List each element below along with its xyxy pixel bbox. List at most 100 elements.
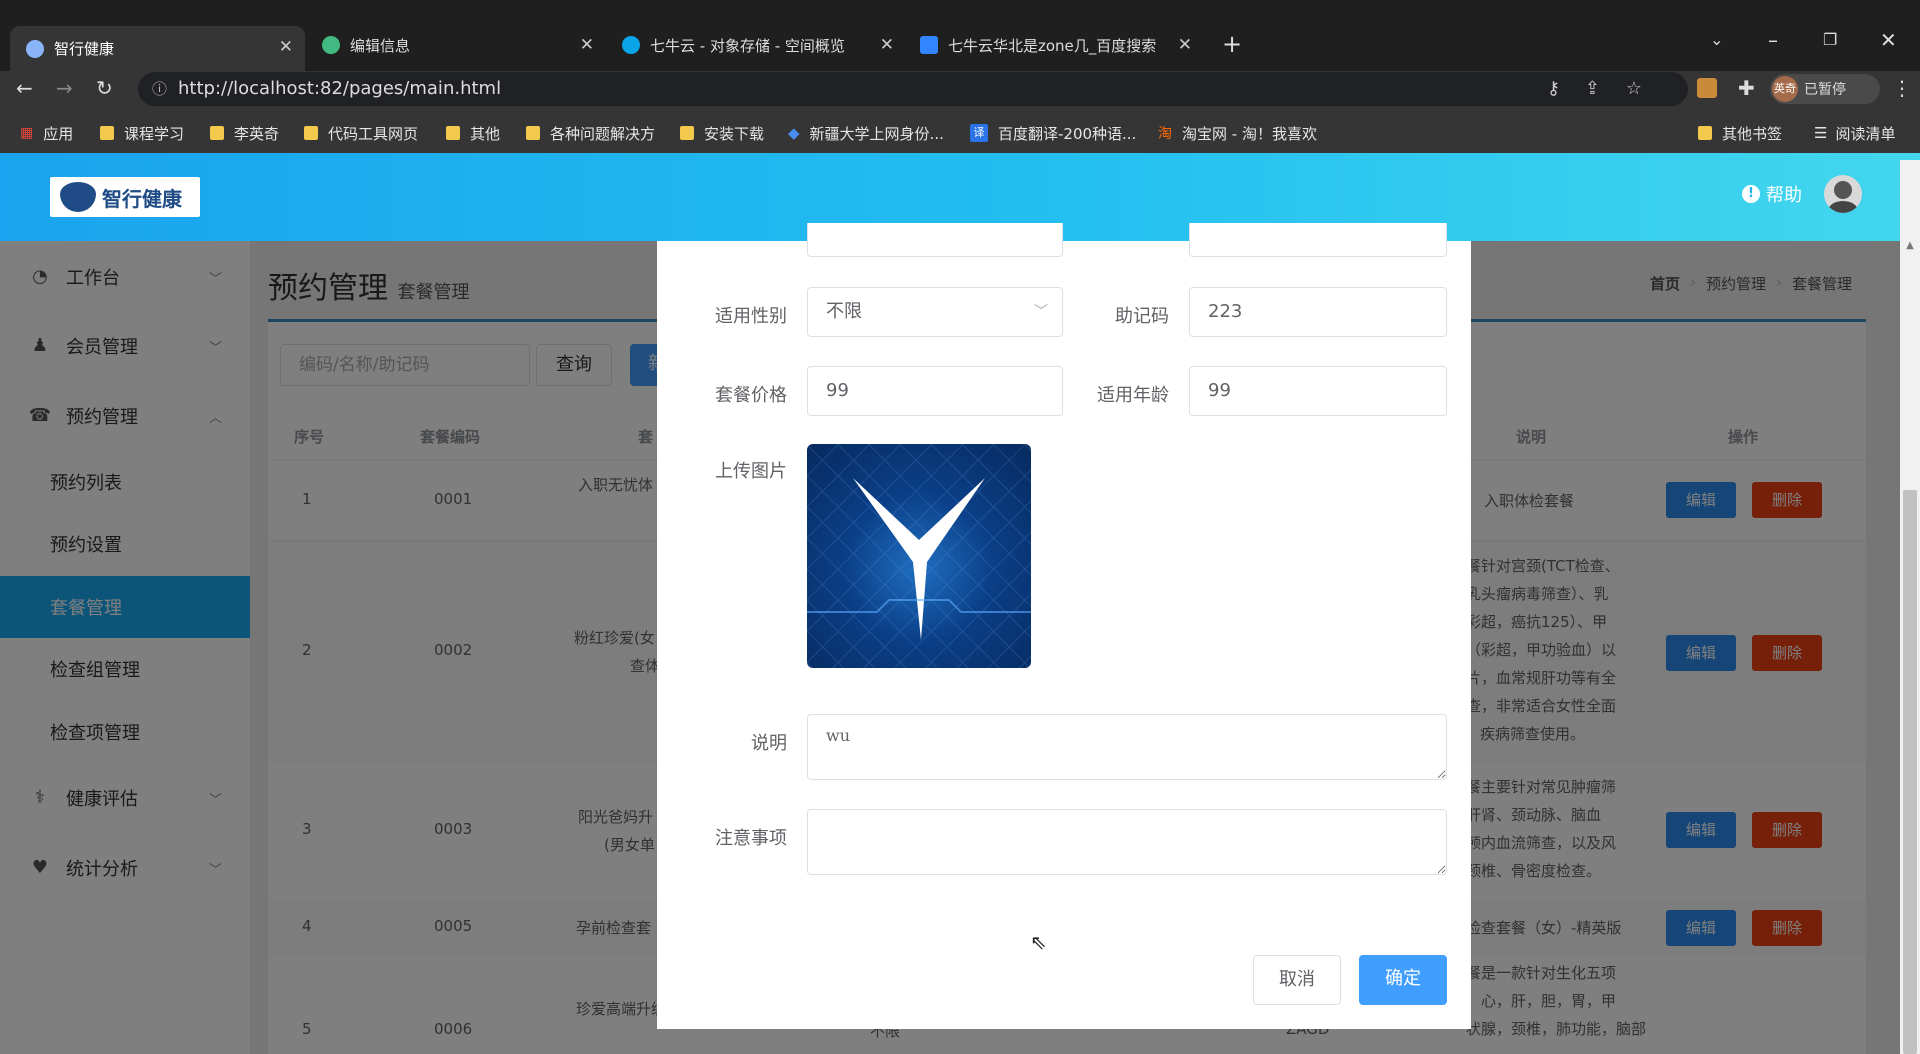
cancel-button[interactable]: 取消 (1253, 955, 1341, 1005)
price-label: 套餐价格 (715, 385, 787, 406)
tab-edit-info[interactable]: 编辑信息 ✕ (322, 28, 594, 62)
vue-icon (322, 36, 340, 54)
baidu-icon (920, 36, 938, 54)
help-label: 帮助 (1766, 185, 1802, 206)
bookmark-label: 新疆大学上网身份... (809, 124, 944, 143)
qiniu-icon (622, 36, 640, 54)
tab-title: 七牛云华北是zone几_百度搜索 (948, 36, 1157, 55)
tab-qiniu-storage[interactable]: 七牛云 - 对象存储 - 空间概览 ✕ (622, 28, 894, 62)
star-icon[interactable]: ☆ (1626, 72, 1642, 106)
window-close-button[interactable]: ✕ (1880, 28, 1897, 52)
close-icon[interactable]: ✕ (880, 35, 894, 55)
bookmark-label: 代码工具网页 (328, 124, 419, 143)
logo-y-icon (807, 444, 1031, 668)
puzzle-icon[interactable]: ✚ (1738, 76, 1755, 100)
help-icon: ! (1742, 185, 1760, 203)
logo-text: 智行健康 (102, 186, 182, 211)
bookmark-folder[interactable]: 课程学习 (100, 123, 184, 144)
scrollbar-thumb[interactable] (1903, 490, 1917, 1054)
menu-icon[interactable]: ⋮ (1892, 76, 1912, 100)
address-bar[interactable]: ⓘ http://localhost:82/pages/main.html ⚷ … (138, 72, 1688, 106)
bookmark-label: 课程学习 (124, 124, 185, 143)
profile-chip[interactable]: 英奇 已暂停 (1770, 74, 1880, 104)
help-link[interactable]: ! 帮助 (1742, 181, 1802, 207)
attention-label: 注意事项 (715, 828, 787, 849)
bookmark-folder[interactable]: 李英奇 (210, 123, 279, 144)
avatar: 英奇 (1772, 76, 1798, 102)
tab-title: 智行健康 (54, 40, 115, 58)
bookmarks-bar: ▦ 应用 课程学习 李英奇 代码工具网页 其他 各种问题解决方 安装下载 ◆ 新疆大… (0, 113, 1920, 153)
logo-shield-icon (60, 182, 96, 212)
sex-select-value: 不限 (826, 301, 862, 322)
app-logo: 智行健康 (50, 177, 200, 217)
bookmark-apps[interactable]: ▦ 应用 (20, 123, 73, 144)
bookmark-folder[interactable]: 代码工具网页 (304, 123, 418, 144)
tab-search-icon[interactable]: ⌄ (1710, 30, 1723, 49)
user-avatar[interactable] (1824, 175, 1862, 213)
sex-label: 适用性别 (715, 306, 787, 327)
scroll-up-icon[interactable]: ▲ (1900, 240, 1920, 256)
folder-icon (526, 126, 540, 140)
folder-icon (680, 126, 694, 140)
remark-textarea[interactable]: wu (807, 714, 1447, 780)
info-icon: ⓘ (152, 80, 168, 98)
input-partial[interactable] (1189, 223, 1447, 257)
bookmark-label: 百度翻译-200种语... (998, 124, 1137, 143)
bookmark-label: 应用 (43, 124, 74, 143)
reload-icon[interactable]: ↻ (96, 76, 113, 100)
mnemonic-input[interactable]: 223 (1189, 287, 1447, 337)
bookmark-link[interactable]: 淘淘宝网 - 淘！我喜欢 (1158, 123, 1317, 144)
folder-icon (304, 126, 318, 140)
uploaded-image[interactable] (807, 444, 1031, 668)
forward-icon[interactable]: → (56, 76, 73, 100)
bookmark-label: 其他书签 (1722, 124, 1783, 143)
folder-icon (446, 126, 460, 140)
age-input[interactable]: 99 (1189, 366, 1447, 416)
page-scrollbar[interactable]: ▲ (1900, 160, 1920, 1054)
confirm-button[interactable]: 确定 (1359, 955, 1447, 1005)
back-icon[interactable]: ← (16, 76, 33, 100)
bookmark-label: 其他 (470, 124, 501, 143)
url-text: http://localhost:82/pages/main.html (178, 78, 502, 99)
apps-grid-icon: ▦ (20, 125, 34, 141)
close-icon[interactable]: ✕ (279, 37, 293, 57)
mouse-cursor-icon: ⇖ (1030, 930, 1047, 954)
folder-icon (100, 126, 114, 140)
tab-title: 七牛云 - 对象存储 - 空间概览 (650, 36, 845, 55)
globe-icon (26, 39, 44, 58)
reading-list[interactable]: ☰ 阅读清单 (1814, 123, 1895, 144)
tab-baidu-search[interactable]: 七牛云华北是zone几_百度搜索 ✕ (920, 28, 1192, 62)
close-icon[interactable]: ✕ (580, 35, 594, 55)
minimize-button[interactable]: – (1768, 28, 1778, 52)
restore-button[interactable]: ❐ (1823, 30, 1837, 49)
close-icon[interactable]: ✕ (1178, 35, 1192, 55)
bookmark-folder[interactable]: 安装下载 (680, 123, 764, 144)
tab-title: 编辑信息 (350, 36, 411, 55)
mnemonic-label: 助记码 (1115, 306, 1169, 327)
translate-icon: 译 (970, 124, 988, 142)
price-input[interactable]: 99 (807, 366, 1063, 416)
tab-zhixing[interactable]: 智行健康 ✕ (10, 26, 305, 71)
age-label: 适用年龄 (1097, 385, 1169, 406)
attention-textarea[interactable] (807, 809, 1447, 875)
bookmark-label: 李英奇 (234, 124, 280, 143)
other-bookmarks[interactable]: 其他书签 (1698, 123, 1782, 144)
diamond-icon: ◆ (788, 124, 800, 142)
edit-package-dialog: 适用性别 不限 ﹀ 助记码 223 套餐价格 99 适用年龄 99 上传图片 说… (657, 223, 1471, 1029)
folder-icon (210, 126, 224, 140)
extension-icon[interactable] (1697, 78, 1717, 98)
bookmark-folder[interactable]: 各种问题解决方 (526, 123, 655, 144)
bookmark-folder[interactable]: 其他 (446, 123, 500, 144)
sex-select[interactable]: 不限 ﹀ (807, 287, 1063, 337)
taobao-icon: 淘 (1158, 126, 1172, 142)
bookmark-label: 各种问题解决方 (550, 124, 656, 143)
bookmark-label: 阅读清单 (1835, 124, 1896, 143)
bookmark-link[interactable]: ◆ 新疆大学上网身份... (788, 123, 944, 144)
key-icon[interactable]: ⚷ (1547, 72, 1560, 106)
input-partial[interactable] (807, 223, 1063, 257)
bookmark-link[interactable]: 译百度翻译-200种语... (970, 123, 1136, 144)
bookmark-label: 安装下载 (704, 124, 765, 143)
new-tab-button[interactable]: + (1222, 30, 1242, 58)
bookmark-label: 淘宝网 - 淘！我喜欢 (1182, 124, 1317, 143)
share-icon[interactable]: ⇪ (1585, 72, 1600, 106)
